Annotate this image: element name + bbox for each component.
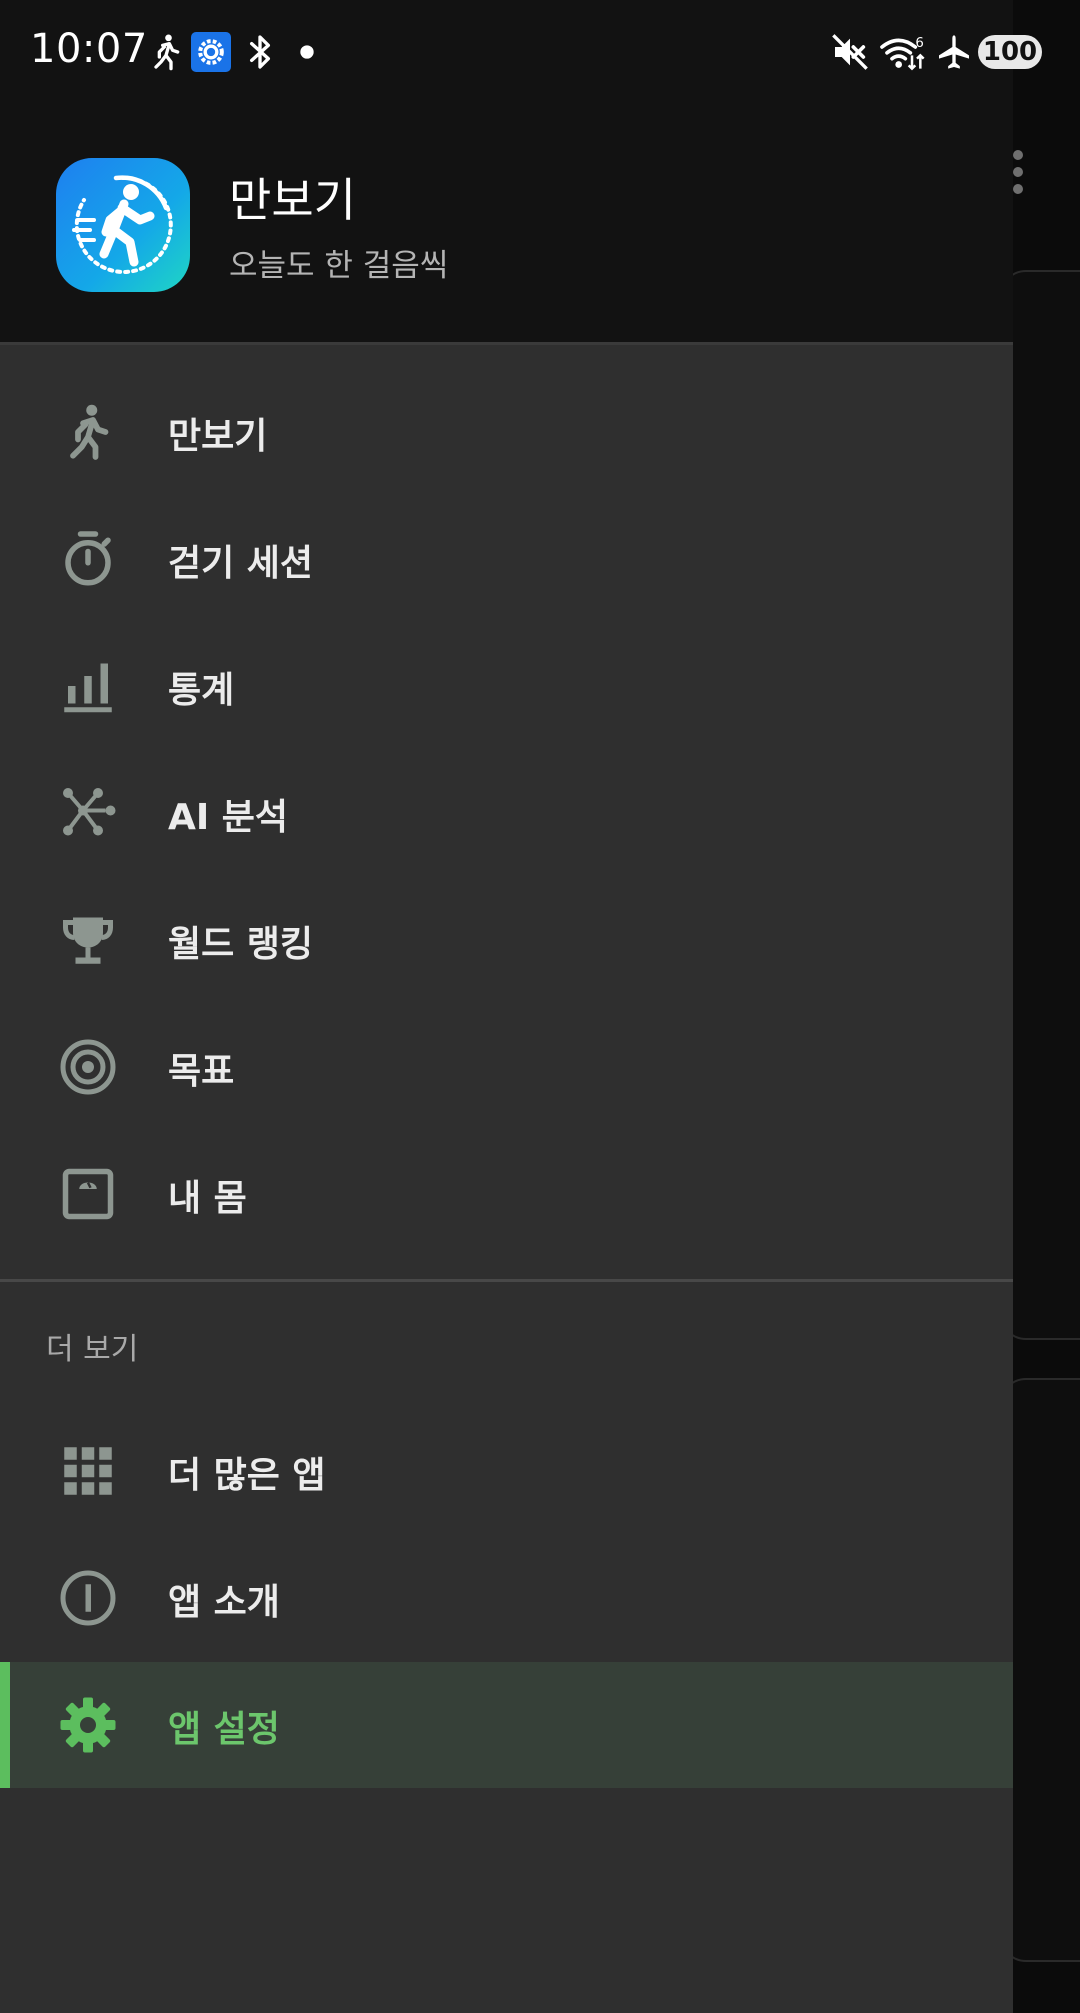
drawer-item-ai-analysis[interactable]: AI 분석 [0,750,1013,876]
dot-icon [300,45,314,59]
app-logo-icon [56,158,190,292]
drawer-item-label: 걷기 세션 [168,543,314,584]
status-bar: 10:07 6 100 [0,0,1042,106]
bluetooth-icon [250,35,270,69]
drawer-item-label: 앱 설정 [168,1709,280,1750]
drawer-item-label: 더 많은 앱 [168,1455,326,1496]
app-name: 만보기 [229,173,356,227]
battery-level: 100 [978,35,1042,69]
settings-notification-icon [191,32,231,72]
drawer-item-label: 내 몸 [168,1178,247,1219]
walking-icon [70,404,109,460]
selected-indicator [0,1662,10,1788]
airplane-icon [939,35,969,69]
drawer-item-about[interactable]: 앱 소개 [0,1535,1013,1661]
divider [0,1279,1013,1282]
drawer-item-goal[interactable]: 목표 [0,1004,1013,1130]
trophy-icon [63,917,113,964]
scale-icon [62,1168,114,1220]
info-icon [60,1570,116,1626]
drawer-item-pedometer[interactable]: 만보기 [0,369,1013,495]
drawer-item-label: 월드 랭킹 [168,924,314,965]
network-icon [63,788,116,836]
walking-icon [154,34,180,71]
drawer-item-app-settings[interactable]: 앱 설정 [0,1662,1013,1788]
drawer-item-label: 통계 [168,670,235,711]
screen: 10:07 6 100 만보기 오늘도 한 걸음씩 만보기 걷기 세션 통계 A… [0,0,1080,2013]
drawer-header: 만보기 오늘도 한 걸음씩 [0,106,1013,345]
gear-icon [60,1697,116,1753]
status-time: 10:07 [30,26,148,72]
drawer-item-statistics[interactable]: 통계 [0,623,1013,749]
target-icon [60,1039,116,1095]
drawer-item-my-body[interactable]: 내 몸 [0,1131,1013,1257]
bar-chart-icon [64,663,112,713]
app-tagline: 오늘도 한 걸음씩 [229,248,449,284]
section-title: 더 보기 [46,1332,139,1367]
drawer-item-label: 목표 [168,1051,235,1092]
drawer-item-walking-session[interactable]: 걷기 세션 [0,496,1013,622]
drawer-item-label: 앱 소개 [168,1582,280,1623]
drawer-item-label: AI 분석 [168,797,289,838]
drawer-item-world-ranking[interactable]: 월드 랭킹 [0,877,1013,1003]
svg-text:6: 6 [915,36,923,51]
grid-icon [64,1447,112,1495]
wifi-icon: 6 [880,36,925,71]
mute-icon [832,34,868,70]
stopwatch-icon [65,531,111,586]
navigation-drawer: 만보기 오늘도 한 걸음씩 만보기 걷기 세션 통계 AI 분석 월드 랭킹 목… [0,106,1013,2013]
drawer-item-label: 만보기 [168,416,268,457]
drawer-item-more-apps[interactable]: 더 많은 앱 [0,1408,1013,1534]
